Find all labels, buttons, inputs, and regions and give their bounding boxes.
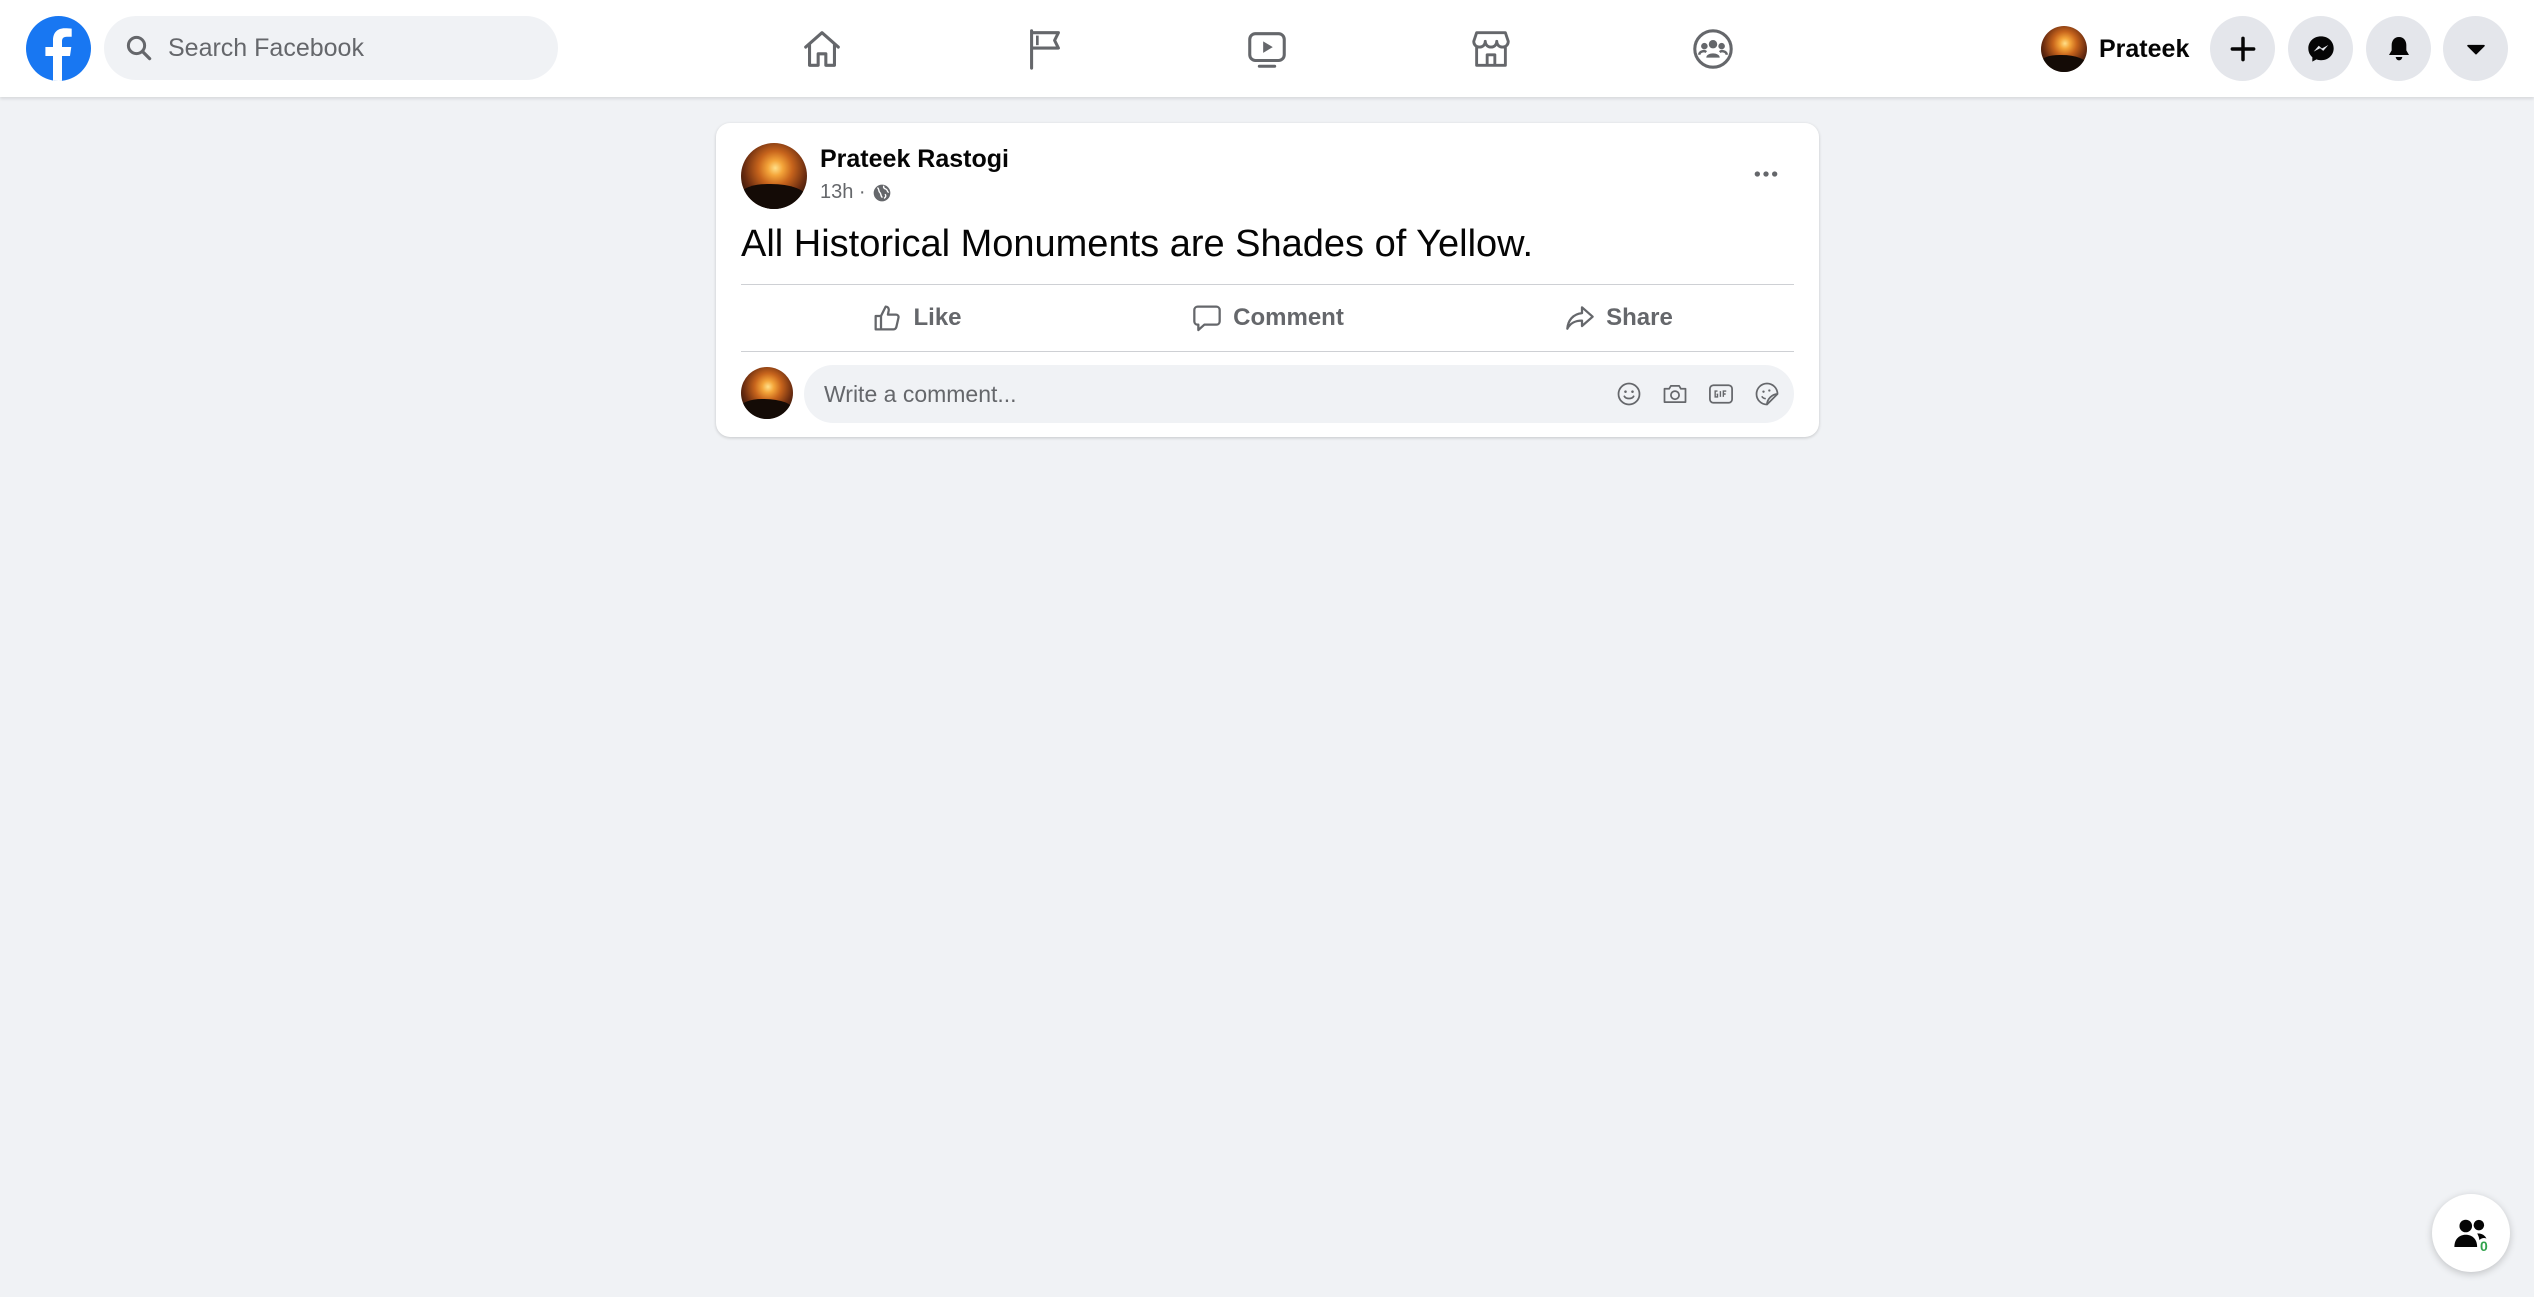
sticker-icon bbox=[1755, 382, 1779, 406]
photo-button[interactable] bbox=[1660, 379, 1690, 409]
comment-input[interactable] bbox=[824, 380, 1584, 408]
profile-name: Prateek bbox=[2099, 34, 2190, 63]
camera-icon bbox=[1663, 384, 1687, 404]
comment-tools bbox=[1598, 365, 1782, 423]
marketplace-icon bbox=[1472, 30, 1510, 67]
post-meta: 13h · bbox=[820, 181, 892, 204]
nav-pages[interactable] bbox=[970, 0, 1120, 97]
emoji-icon bbox=[1617, 382, 1641, 406]
gif-button[interactable] bbox=[1706, 379, 1736, 409]
pages-flag-icon bbox=[1030, 28, 1060, 70]
commenter-avatar[interactable] bbox=[741, 367, 793, 419]
nav-groups[interactable] bbox=[1638, 0, 1788, 97]
sticker-button[interactable] bbox=[1752, 379, 1782, 409]
search-input[interactable] bbox=[168, 33, 548, 63]
more-horizontal-icon bbox=[1754, 171, 1778, 177]
globe-icon[interactable] bbox=[872, 183, 892, 203]
share-button[interactable]: Share bbox=[1443, 286, 1794, 350]
plus-icon bbox=[2230, 36, 2255, 61]
contacts-chat-button[interactable]: 0 bbox=[2432, 1194, 2510, 1272]
post-options-button[interactable] bbox=[1740, 148, 1792, 200]
search-bar[interactable] bbox=[104, 16, 558, 80]
divider bbox=[741, 351, 1794, 352]
like-label: Like bbox=[913, 304, 962, 331]
share-arrow-icon bbox=[1566, 306, 1594, 330]
post-card: Prateek Rastogi 13h · All Historical Mon… bbox=[716, 123, 1819, 437]
gif-icon bbox=[1709, 384, 1733, 404]
notifications-bell-icon bbox=[2388, 36, 2409, 60]
facebook-logo-icon[interactable] bbox=[26, 16, 91, 81]
comment-bubble-icon bbox=[1193, 305, 1221, 332]
nav-watch[interactable] bbox=[1192, 0, 1342, 97]
share-label: Share bbox=[1606, 304, 1673, 331]
home-icon bbox=[804, 30, 840, 67]
profile-shortcut[interactable]: Prateek bbox=[2035, 18, 2203, 80]
groups-icon bbox=[1693, 28, 1733, 69]
post-author-name[interactable]: Prateek Rastogi bbox=[820, 145, 1009, 174]
top-navigation-bar: Prateek bbox=[0, 0, 2534, 97]
like-button[interactable]: Like bbox=[741, 286, 1092, 350]
account-menu-caret-icon bbox=[2466, 44, 2485, 54]
post-time[interactable]: 13h · bbox=[820, 181, 866, 204]
comment-composer[interactable] bbox=[804, 365, 1794, 423]
watch-video-icon bbox=[1248, 31, 1286, 68]
like-thumb-icon bbox=[875, 305, 901, 331]
messenger-icon bbox=[2307, 35, 2334, 62]
comment-label: Comment bbox=[1233, 304, 1344, 331]
create-button[interactable] bbox=[2210, 16, 2275, 81]
divider bbox=[741, 284, 1794, 285]
nav-home[interactable] bbox=[747, 0, 897, 97]
author-avatar[interactable] bbox=[741, 143, 807, 209]
messenger-button[interactable] bbox=[2288, 16, 2353, 81]
search-icon bbox=[124, 33, 154, 63]
post-text: All Historical Monuments are Shades of Y… bbox=[741, 223, 1534, 265]
online-count: 0 bbox=[2478, 1238, 2490, 1254]
nav-marketplace[interactable] bbox=[1416, 0, 1566, 97]
emoji-button[interactable] bbox=[1614, 379, 1644, 409]
post-actions: Like Comment Share bbox=[741, 286, 1794, 350]
notifications-button[interactable] bbox=[2366, 16, 2431, 81]
avatar bbox=[2041, 26, 2087, 72]
comment-button[interactable]: Comment bbox=[1092, 286, 1443, 350]
account-menu-button[interactable] bbox=[2443, 16, 2508, 81]
